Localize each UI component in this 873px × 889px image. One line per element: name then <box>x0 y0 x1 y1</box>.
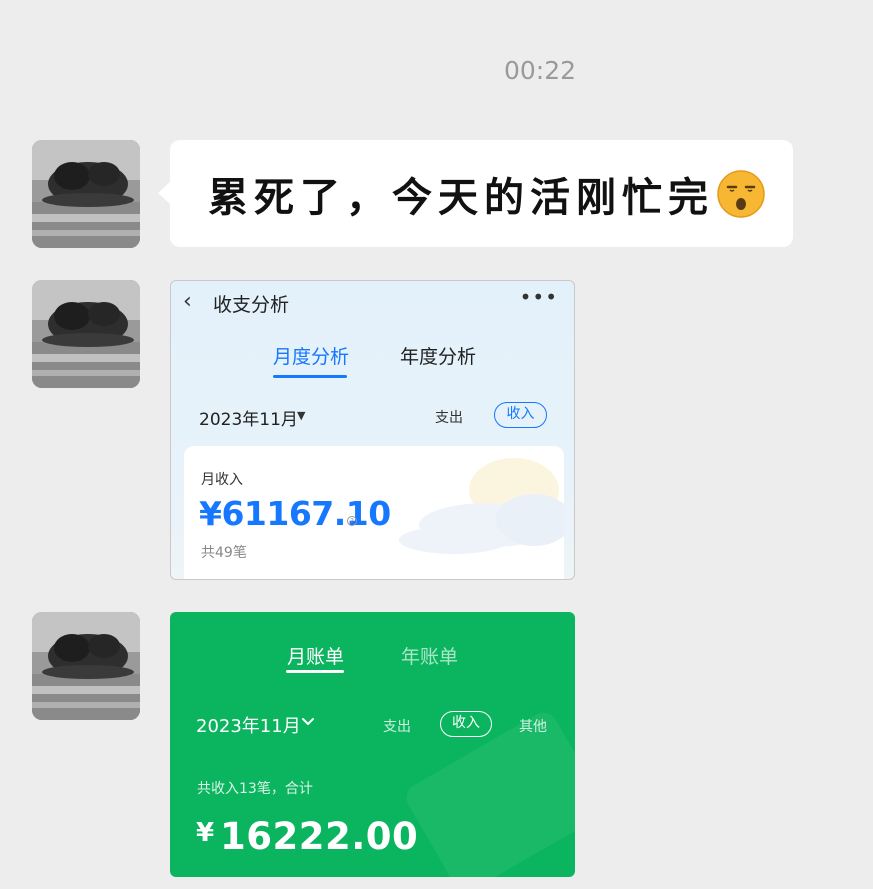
sender-avatar[interactable] <box>32 140 140 248</box>
message-timestamp: 00:22 <box>503 56 577 85</box>
screen-title: 收支分析 <box>213 294 290 316</box>
transaction-count: 共49笔 <box>201 545 247 561</box>
expense-toggle: 支出 <box>435 410 463 426</box>
expense-toggle: 支出 <box>383 719 411 735</box>
active-tab-indicator <box>286 670 344 673</box>
income-toggle: 收入 <box>440 711 492 737</box>
other-toggle: 其他 <box>519 719 547 735</box>
tab-yearly-analysis: 年度分析 <box>400 346 477 368</box>
tab-yearly-bill: 年账单 <box>401 646 459 668</box>
month-selector: 2023年11月 <box>199 410 298 430</box>
month-selector: 2023年11月 <box>196 716 301 737</box>
message-text: 累死了，今天的活刚忙完 <box>208 173 714 221</box>
income-toggle: 收入 <box>494 402 547 428</box>
income-summary: 共收入13笔，合计 <box>197 781 313 797</box>
currency-symbol: ¥ <box>196 818 215 848</box>
sender-avatar[interactable] <box>32 612 140 720</box>
card-label: 月收入 <box>201 472 243 488</box>
income-total-amount: 16222.00 <box>220 815 419 858</box>
more-dots-icon: ••• <box>519 285 558 309</box>
caret-down-icon: ▼ <box>297 409 306 422</box>
text-message-bubble[interactable]: 累死了，今天的活刚忙完 <box>158 140 793 247</box>
image-message-income-analysis[interactable]: ‹ 收支分析 ••• 月度分析 年度分析 2023年11月 ▼ 支出 收入 月收… <box>170 280 575 580</box>
monthly-income-card: 月收入 ¥61167.10 ? 共49笔 <box>184 446 564 579</box>
cloud-illustration-icon <box>399 458 564 554</box>
sleepy-face-emoji-icon <box>716 169 766 219</box>
tab-monthly-analysis: 月度分析 <box>273 346 350 368</box>
active-tab-indicator <box>273 375 347 378</box>
chevron-down-icon <box>302 718 314 725</box>
image-message-wechat-bill[interactable]: 月账单 年账单 2023年11月 支出 收入 其他 共收入13笔，合计 ¥ 16… <box>170 612 575 877</box>
income-amount: ¥61167.10 <box>199 494 391 533</box>
tab-monthly-bill: 月账单 <box>287 646 345 668</box>
back-arrow-icon: ‹ <box>183 289 192 314</box>
sender-avatar[interactable] <box>32 280 140 388</box>
info-icon: ? <box>347 516 357 526</box>
